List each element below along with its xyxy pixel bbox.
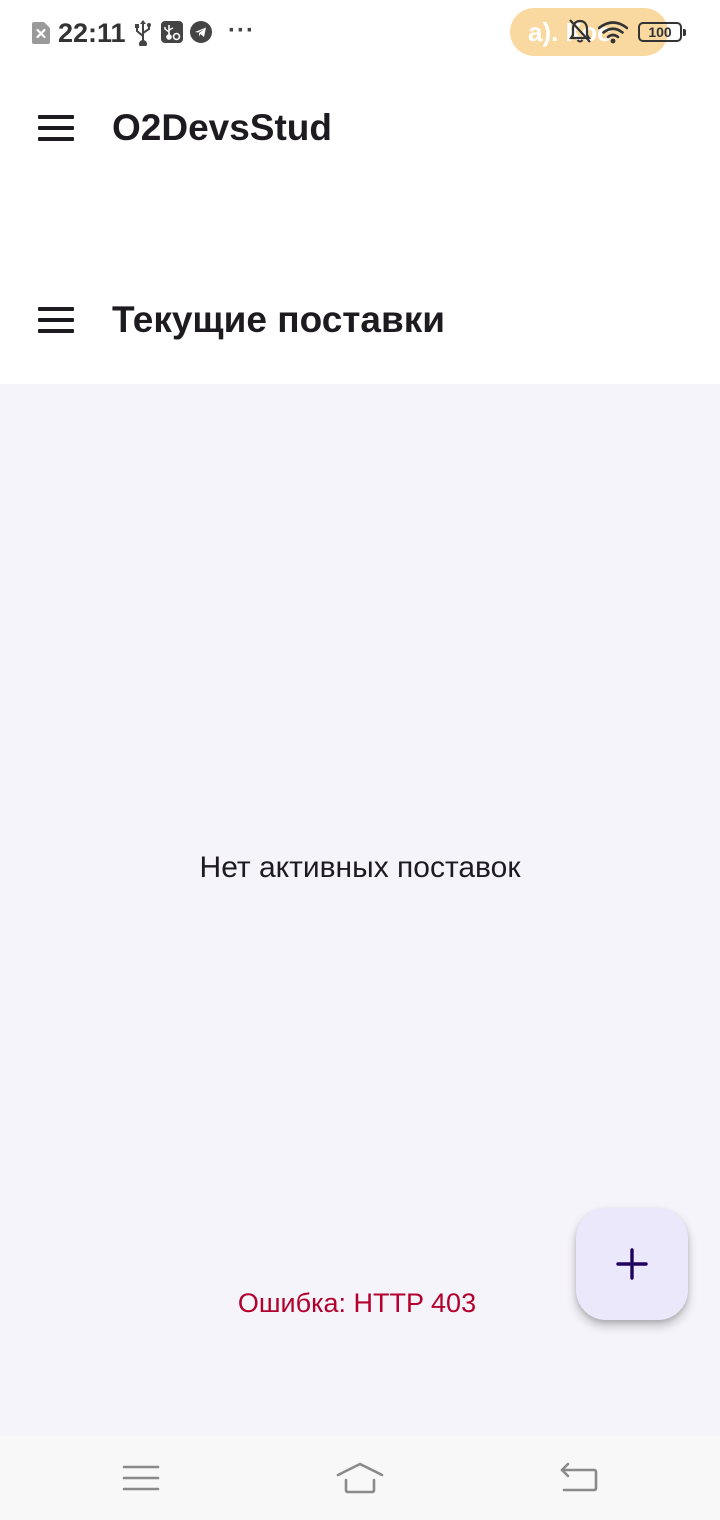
page-title: Текущие поставки	[112, 299, 445, 340]
battery-icon: 100	[638, 22, 686, 42]
system-nav-bar	[0, 1436, 720, 1520]
recent-apps-icon[interactable]	[116, 1460, 166, 1496]
empty-state-message: Нет активных поставок	[199, 851, 521, 884]
home-icon[interactable]	[335, 1460, 385, 1496]
pill-text: а). Кос	[528, 17, 612, 47]
plus-icon	[616, 1248, 648, 1280]
app-title: O2DevsStud	[112, 107, 333, 148]
deliveries-content: Нет активных поставок Ошибка: HTTP 403	[0, 384, 720, 1436]
hamburger-menu-icon[interactable]	[38, 115, 74, 141]
hamburger-menu-icon[interactable]	[38, 307, 74, 333]
usb-settings-icon	[161, 21, 183, 43]
wifi-icon	[598, 21, 628, 44]
more-notifications-icon: ···	[228, 17, 255, 44]
back-icon[interactable]	[554, 1460, 604, 1496]
usb-icon	[135, 20, 151, 46]
status-time: 22:11	[58, 18, 126, 48]
add-delivery-button[interactable]	[576, 1208, 688, 1320]
screen: 22:11 ··· а). Кос 100 O2DevsStud Текущие…	[0, 0, 720, 1520]
sim-error-icon	[32, 22, 50, 44]
status-bar: 22:11 ··· а). Кос 100	[0, 0, 720, 66]
telegram-icon	[190, 21, 212, 43]
bell-off-icon	[568, 19, 592, 43]
